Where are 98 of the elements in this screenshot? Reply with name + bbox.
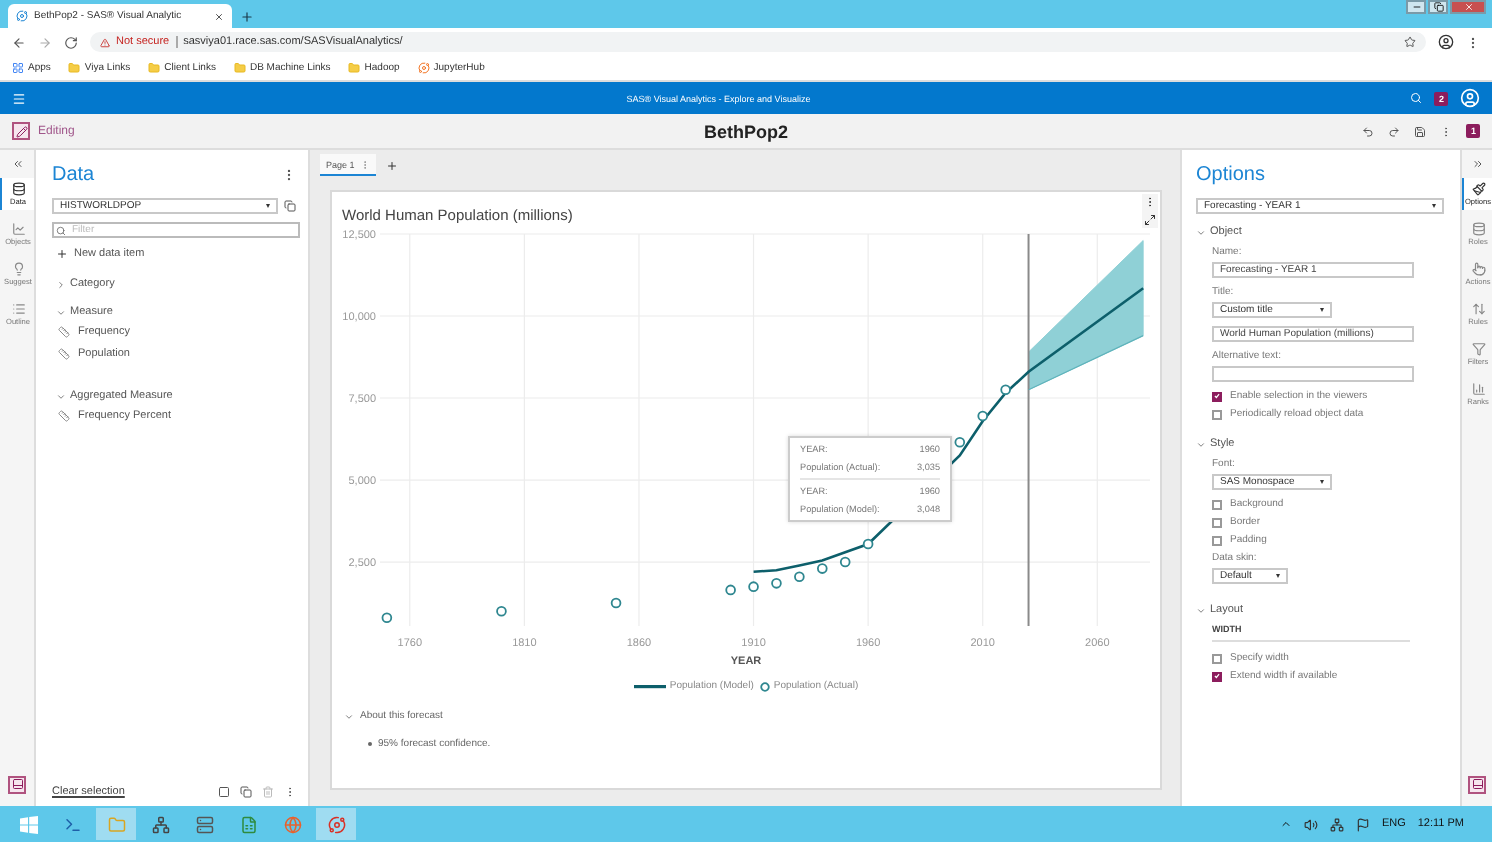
panel-icon [11, 778, 23, 790]
reload-icon[interactable] [64, 35, 78, 49]
folder-icon [68, 62, 81, 74]
minimize-icon [1411, 2, 1421, 12]
warning-icon [100, 37, 110, 47]
check-icon [1214, 392, 1220, 400]
copy-icon[interactable] [240, 786, 252, 798]
folder-icon [348, 62, 361, 74]
chevron-icon [344, 711, 354, 721]
checkbox[interactable] [1212, 535, 1222, 545]
browser-icon [327, 815, 345, 833]
data-point [748, 581, 759, 592]
chevron-icon [56, 391, 66, 401]
report-title: BethPop2 [703, 121, 788, 141]
database-icon [1471, 222, 1485, 236]
user-icon[interactable] [1460, 88, 1480, 108]
search-icon [56, 225, 66, 235]
copy-icon[interactable] [284, 200, 296, 212]
star-icon[interactable] [1404, 36, 1416, 48]
save-icon[interactable] [1414, 125, 1427, 137]
pane-title: Options [1196, 164, 1265, 186]
orbit-icon [417, 62, 430, 74]
panel-icon [1471, 778, 1483, 790]
spreadsheet-icon [239, 815, 257, 833]
globe-icon [283, 815, 301, 833]
back-icon[interactable] [12, 35, 26, 49]
folder-icon [107, 815, 125, 833]
folder-icon [233, 62, 246, 74]
data-point [725, 584, 736, 596]
data-point [381, 612, 393, 624]
database-icon [11, 182, 25, 196]
server-icon [195, 815, 213, 833]
legend-line-icon [633, 683, 666, 689]
band-edge [1028, 335, 1144, 391]
windows-logo-icon [19, 815, 37, 833]
volume-icon[interactable] [1303, 817, 1318, 831]
paintbrush-icon [1471, 182, 1485, 196]
account-icon[interactable] [1438, 34, 1454, 50]
data-point [977, 410, 988, 422]
search-icon[interactable] [1410, 92, 1423, 104]
data-point [610, 597, 622, 609]
data-point [862, 538, 874, 550]
measure-icon [58, 326, 70, 338]
chevron-icon [1196, 439, 1206, 449]
data-point [496, 605, 507, 617]
expand-icon[interactable] [1471, 158, 1483, 170]
chart-icon [11, 222, 25, 236]
chevron-icon [1196, 227, 1206, 237]
folder-icon [148, 62, 161, 74]
checkbox[interactable] [1212, 409, 1222, 419]
chevron-icon [1196, 605, 1206, 615]
restore-icon [1433, 2, 1443, 12]
arrows-icon [1471, 302, 1485, 316]
network-icon [151, 815, 169, 833]
apps-icon [12, 62, 24, 74]
edit-button[interactable] [12, 122, 30, 140]
panel-button[interactable] [8, 775, 26, 793]
data-point [1000, 384, 1011, 396]
taskbar-app[interactable] [316, 808, 356, 840]
list-icon [11, 302, 25, 316]
terminal-icon [63, 815, 81, 833]
menu-icon[interactable] [12, 91, 26, 105]
flag-icon[interactable] [1355, 817, 1370, 831]
checkbox[interactable] [1212, 517, 1222, 527]
square-icon[interactable] [218, 786, 230, 798]
data-point [839, 556, 851, 568]
more-icon[interactable] [282, 168, 296, 182]
checkbox[interactable] [1212, 391, 1222, 401]
pencil-icon [15, 125, 27, 137]
pointer-icon [1471, 262, 1485, 276]
filter-icon [1471, 342, 1485, 356]
lightbulb-icon [11, 262, 25, 276]
menu-icon[interactable] [1466, 35, 1480, 49]
favicon-icon [16, 10, 28, 22]
bar-chart-icon [1471, 382, 1485, 396]
redo-icon[interactable] [1388, 125, 1401, 137]
undo-icon[interactable] [1362, 125, 1375, 137]
data-point [817, 563, 828, 574]
panel-button[interactable] [1468, 775, 1486, 793]
legend-marker-icon [759, 681, 770, 691]
restore-button[interactable] [1428, 0, 1448, 14]
new-tab-icon[interactable] [240, 10, 254, 24]
chevron-icon [56, 279, 66, 289]
checkbox[interactable] [1212, 671, 1222, 681]
data-point [771, 578, 782, 589]
data-point [794, 571, 805, 583]
plus-icon [56, 248, 68, 260]
checkbox[interactable] [1212, 499, 1222, 509]
chevron-icon [56, 307, 66, 317]
add-page-icon[interactable] [386, 159, 399, 171]
measure-icon [58, 410, 70, 422]
tray-icon[interactable] [1279, 818, 1292, 830]
text-field[interactable] [1212, 366, 1414, 382]
pane-title: Data [52, 164, 95, 186]
measure-icon [58, 348, 70, 360]
network-icon[interactable] [1329, 817, 1344, 831]
checkbox[interactable] [1212, 653, 1222, 663]
check-icon [1214, 672, 1220, 680]
